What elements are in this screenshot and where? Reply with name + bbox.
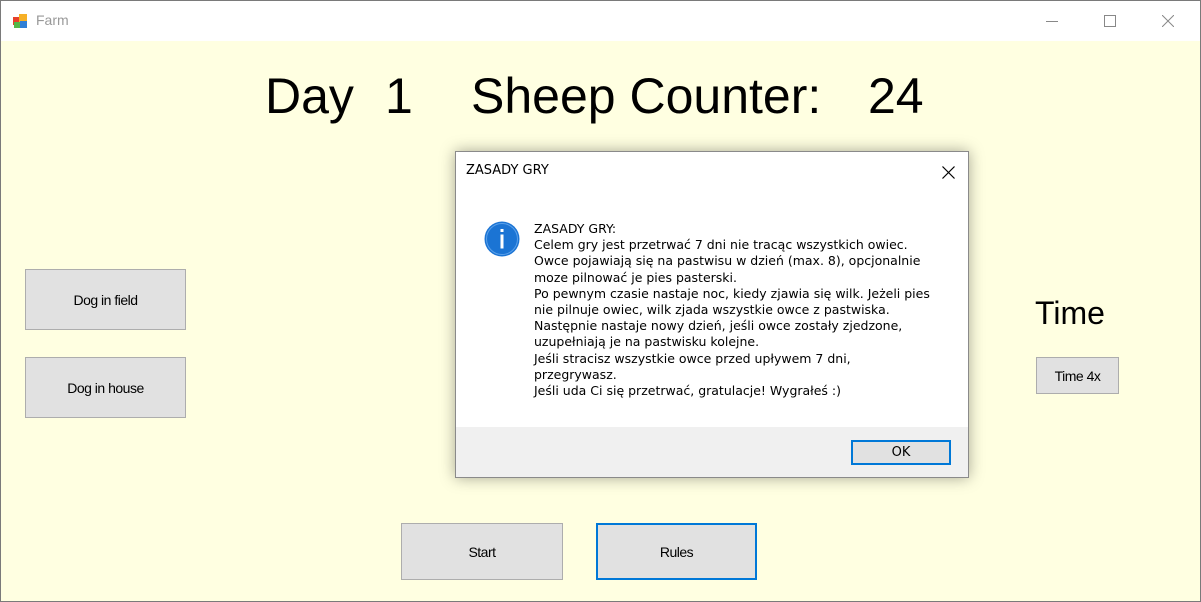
- day-value: 1: [385, 68, 413, 124]
- maximize-icon: [1104, 15, 1116, 27]
- day-label: Day: [265, 68, 354, 124]
- dialog-message-line: moze pilnować je pies pasterski.: [534, 269, 737, 285]
- dialog-title: ZASADY GRY: [466, 163, 549, 178]
- dialog-message-line: Po pewnym czasie nastaje noc, kiedy zjaw…: [534, 285, 930, 301]
- dialog-message-line: Celem gry jest przetrwać 7 dni nie tracą…: [534, 237, 908, 253]
- dialog-footer: OK: [456, 427, 968, 477]
- dialog-close-button[interactable]: [934, 160, 962, 184]
- time-label: Time: [1035, 295, 1105, 331]
- window-title: Farm: [36, 12, 69, 28]
- dialog-message-line: Jeśli stracisz wszystkie owce przed upły…: [534, 350, 851, 366]
- sheep-counter-label: Sheep Counter:: [471, 68, 822, 124]
- dialog-message-line: Jeśli uda Ci się przetrwać, gratulacje! …: [534, 383, 841, 399]
- dialog-message-line: ZASADY GRY:: [534, 221, 617, 236]
- minimize-icon: [1046, 21, 1058, 22]
- dialog-message-line: uzupełniają je na pastwisku kolejne.: [534, 334, 760, 350]
- dialog-message-line: Następnie nastaje nowy dzień, jeśli owce…: [534, 318, 903, 334]
- start-button[interactable]: Start: [401, 523, 563, 580]
- ok-button[interactable]: OK: [851, 440, 951, 465]
- time-4x-button[interactable]: Time 4x: [1036, 357, 1119, 394]
- dialog-message-line: Owce pojawiają się na pastwisu w dzień (…: [534, 253, 921, 269]
- sheep-counter-value: 24: [868, 68, 924, 124]
- rules-dialog: ZASADY GRY ZASADY GRY: Celem gry jest pr…: [455, 151, 969, 478]
- title-bar[interactable]: Farm: [1, 1, 1200, 41]
- minimize-button[interactable]: [1023, 1, 1081, 41]
- dialog-message: ZASADY GRY: Celem gry jest przetrwać 7 d…: [534, 221, 954, 399]
- dialog-message-line: przegrywasz.: [534, 366, 617, 382]
- dog-in-house-button[interactable]: Dog in house: [25, 357, 186, 418]
- info-icon: [484, 221, 520, 257]
- maximize-button[interactable]: [1081, 1, 1139, 41]
- dog-in-field-button[interactable]: Dog in field: [25, 269, 186, 330]
- app-icon: [13, 14, 27, 28]
- dialog-message-line: nie pilnuje owiec, wilk zjada wszystkie …: [534, 302, 890, 318]
- close-icon: [1162, 15, 1174, 27]
- close-icon: [941, 165, 955, 179]
- farm-window: Farm Day 1 Sheep Counter: 24 Dog in fiel…: [0, 0, 1201, 602]
- rules-button[interactable]: Rules: [596, 523, 757, 580]
- close-button[interactable]: [1139, 1, 1197, 41]
